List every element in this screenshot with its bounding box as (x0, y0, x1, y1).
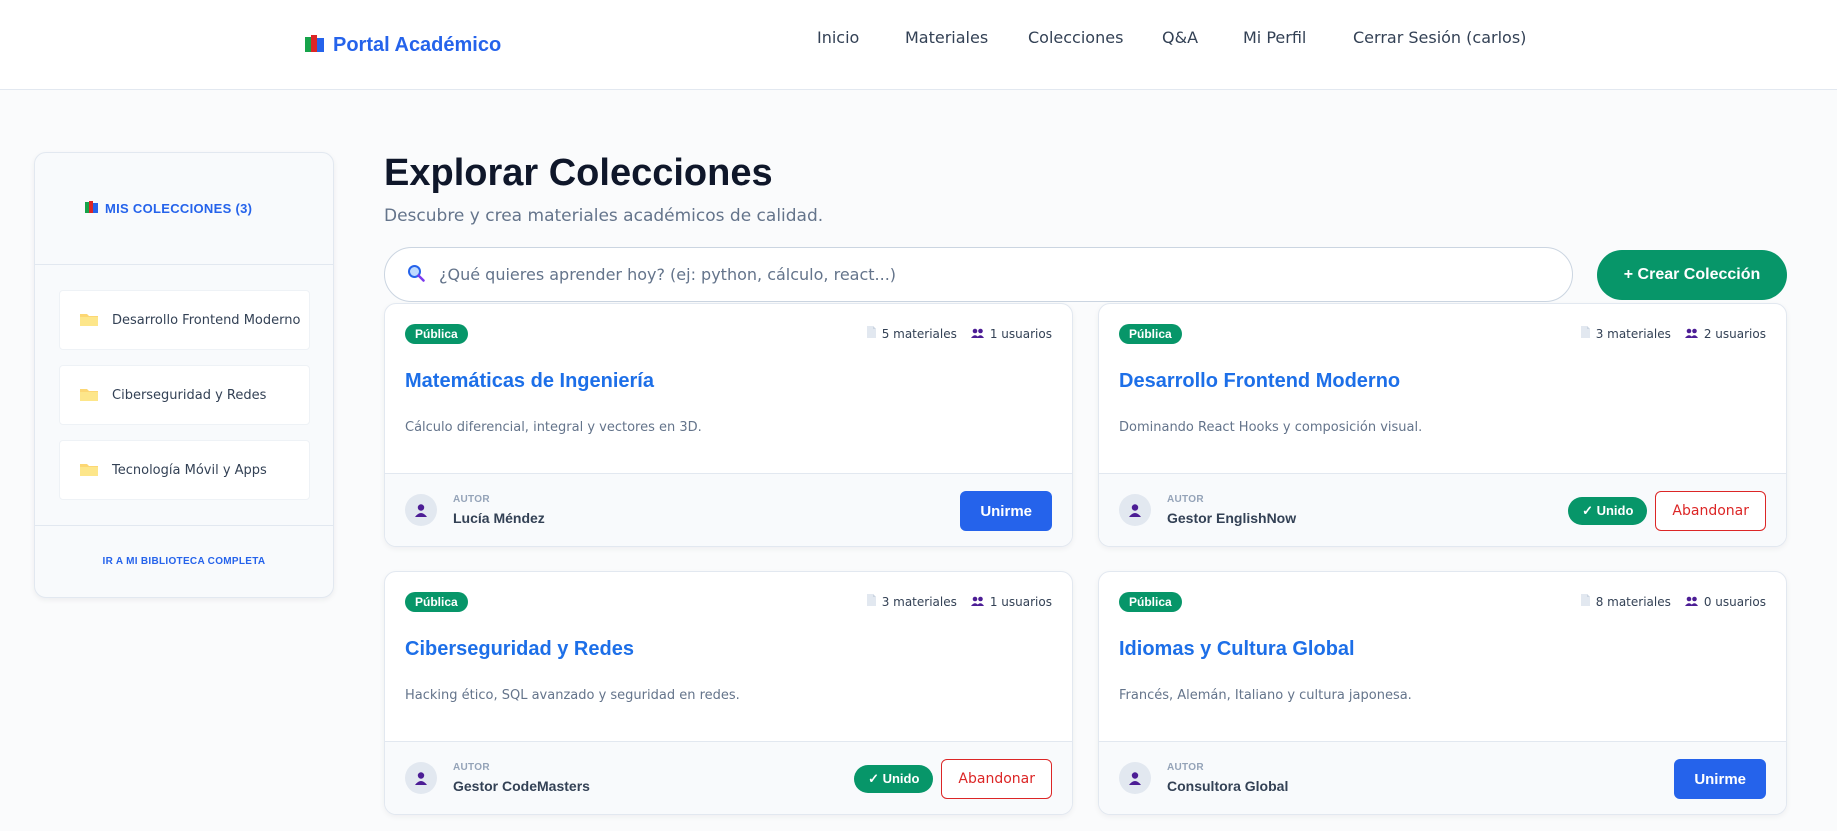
card-actions: ✓ Unido Abandonar (1568, 491, 1766, 531)
page-subtitle: Descubre y crea materiales académicos de… (384, 206, 824, 226)
join-button[interactable]: Unirme (960, 491, 1052, 531)
author-label: AUTOR (1167, 494, 1204, 505)
card-description: Dominando React Hooks y composición visu… (1119, 420, 1423, 435)
card-meta: 3 materiales 1 usuarios (866, 594, 1052, 609)
top-navbar: Portal Académico Inicio Materiales Colec… (0, 0, 1837, 90)
document-icon (1580, 326, 1590, 341)
nav-qa[interactable]: Q&A (1162, 28, 1198, 47)
sidebar-title: MIS COLECCIONES (3) (105, 201, 253, 216)
leave-button[interactable]: Abandonar (1655, 491, 1766, 531)
nav-cerrar-sesion[interactable]: Cerrar Sesión (carlos) (1353, 28, 1526, 47)
users-icon (1684, 595, 1698, 609)
page-title: Explorar Colecciones (384, 152, 773, 194)
nav-materiales[interactable]: Materiales (905, 28, 988, 47)
card-meta: 5 materiales 1 usuarios (866, 326, 1052, 341)
sidebar-item-frontend[interactable]: Desarrollo Frontend Moderno (59, 290, 310, 350)
document-icon (866, 594, 876, 609)
leave-button[interactable]: Abandonar (941, 759, 1052, 799)
books-icon (305, 34, 325, 57)
card-title[interactable]: Matemáticas de Ingeniería (405, 370, 654, 393)
search-input[interactable] (439, 265, 1489, 284)
card-footer: AUTOR Consultora Global Unirme (1099, 741, 1786, 814)
card-actions: Unirme (1674, 759, 1766, 799)
users-count: 1 usuarios (989, 594, 1052, 609)
card-meta: 3 materiales 2 usuarios (1580, 326, 1766, 341)
brand-name: Portal Académico (333, 34, 502, 56)
users-count: 1 usuarios (989, 326, 1052, 341)
sidebar-item-ciberseguridad[interactable]: Ciberseguridad y Redes (59, 365, 310, 425)
visibility-badge: Pública (1119, 592, 1182, 612)
folder-icon (80, 386, 98, 405)
joined-badge: ✓ Unido (854, 765, 934, 793)
card-footer: AUTOR Gestor CodeMasters ✓ Unido Abandon… (385, 741, 1072, 814)
visibility-badge: Pública (1119, 324, 1182, 344)
full-library-link[interactable]: IR A MI BIBLIOTECA COMPLETA (103, 556, 266, 567)
card-meta: 8 materiales 0 usuarios (1580, 594, 1766, 609)
books-icon (85, 199, 99, 218)
materials-count: 5 materiales (881, 326, 957, 341)
users-icon (970, 595, 984, 609)
sidebar-item-movil[interactable]: Tecnología Móvil y Apps (59, 440, 310, 500)
author-label: AUTOR (453, 494, 490, 505)
collection-card: Pública 3 materiales 2 usuarios Desarrol… (1098, 303, 1787, 547)
author-label: AUTOR (1167, 762, 1204, 773)
sidebar-header: MIS COLECCIONES (3) (35, 153, 333, 265)
sidebar-item-label: Tecnología Móvil y Apps (112, 462, 267, 478)
avatar (1119, 762, 1151, 794)
join-button[interactable]: Unirme (1674, 759, 1766, 799)
search-bar (384, 247, 1573, 302)
nav-mi-perfil[interactable]: Mi Perfil (1243, 28, 1306, 47)
materials-count: 3 materiales (881, 594, 957, 609)
card-actions: ✓ Unido Abandonar (854, 759, 1052, 799)
visibility-badge: Pública (405, 592, 468, 612)
create-collection-button[interactable]: + Crear Colección (1597, 250, 1787, 300)
sidebar-item-label: Desarrollo Frontend Moderno (112, 312, 301, 328)
folder-icon (80, 461, 98, 480)
card-title[interactable]: Ciberseguridad y Redes (405, 638, 634, 661)
card-description: Hacking ético, SQL avanzado y seguridad … (405, 688, 740, 703)
author-name: Consultora Global (1167, 778, 1289, 794)
card-description: Francés, Alemán, Italiano y cultura japo… (1119, 688, 1412, 703)
sidebar-item-label: Ciberseguridad y Redes (112, 387, 267, 403)
document-icon (1580, 594, 1590, 609)
author-name: Gestor CodeMasters (453, 778, 590, 794)
card-footer: AUTOR Gestor EnglishNow ✓ Unido Abandona… (1099, 473, 1786, 546)
avatar (1119, 494, 1151, 526)
users-icon (970, 327, 984, 341)
collection-card: Pública 5 materiales 1 usuarios Matemáti… (384, 303, 1073, 547)
nav-colecciones[interactable]: Colecciones (1028, 28, 1123, 47)
sidebar-my-collections: MIS COLECCIONES (3) Desarrollo Frontend … (34, 152, 334, 598)
card-footer: AUTOR Lucía Méndez Unirme (385, 473, 1072, 546)
collection-card: Pública 3 materiales 1 usuarios Ciberseg… (384, 571, 1073, 815)
author-name: Gestor EnglishNow (1167, 510, 1297, 526)
materials-count: 8 materiales (1595, 594, 1671, 609)
users-count: 0 usuarios (1703, 594, 1766, 609)
folder-icon (80, 311, 98, 330)
search-icon (407, 264, 425, 286)
avatar (405, 494, 437, 526)
author-label: AUTOR (453, 762, 490, 773)
sidebar-footer: IR A MI BIBLIOTECA COMPLETA (35, 525, 333, 597)
card-title[interactable]: Idiomas y Cultura Global (1119, 638, 1355, 661)
card-title[interactable]: Desarrollo Frontend Moderno (1119, 370, 1400, 393)
users-icon (1684, 327, 1698, 341)
card-actions: Unirme (960, 491, 1052, 531)
card-description: Cálculo diferencial, integral y vectores… (405, 420, 702, 435)
users-count: 2 usuarios (1703, 326, 1766, 341)
author-name: Lucía Méndez (453, 510, 545, 526)
collection-card: Pública 8 materiales 0 usuarios Idiomas … (1098, 571, 1787, 815)
avatar (405, 762, 437, 794)
brand-link[interactable]: Portal Académico (305, 34, 501, 57)
materials-count: 3 materiales (1595, 326, 1671, 341)
document-icon (866, 326, 876, 341)
nav-inicio[interactable]: Inicio (817, 28, 859, 47)
visibility-badge: Pública (405, 324, 468, 344)
joined-badge: ✓ Unido (1568, 497, 1648, 525)
